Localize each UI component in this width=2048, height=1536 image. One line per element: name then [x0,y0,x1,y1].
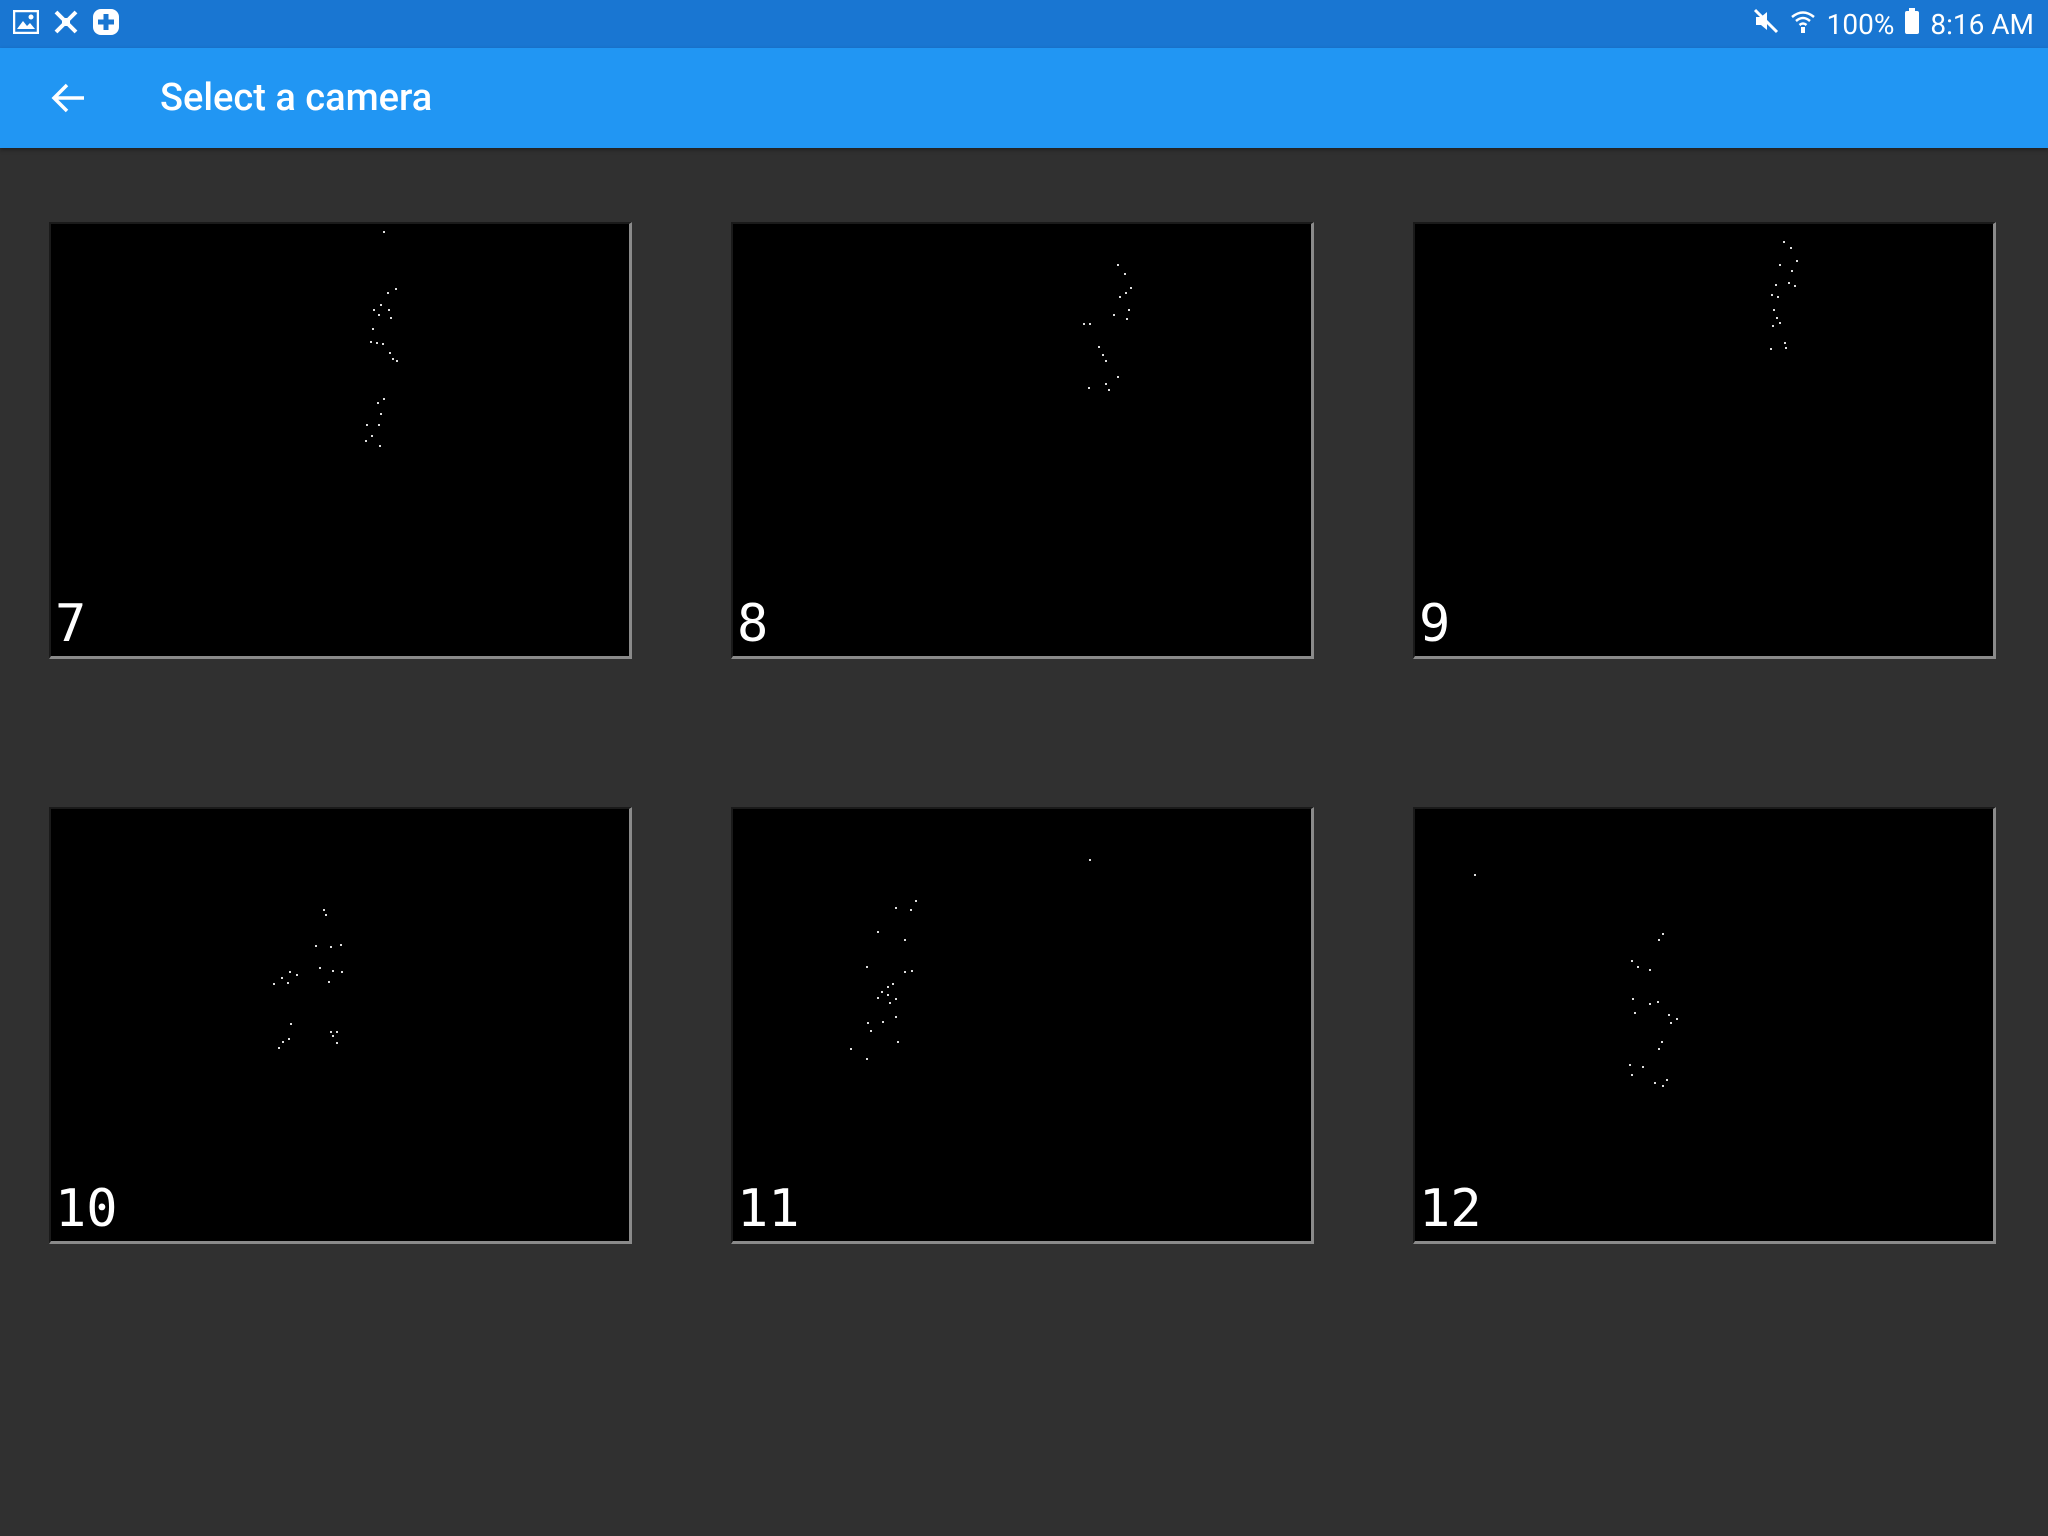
image-icon [12,8,40,36]
volume-mute-icon [1753,8,1779,41]
battery-percent: 100% [1826,7,1895,41]
status-bar: 100% 8:16 AM [0,0,2048,48]
system-status: 100% 8:16 AM [1753,0,2034,48]
medical-plus-icon [92,8,120,36]
camera-tile-12[interactable]: 12 [1413,807,1996,1244]
notification-icons [12,8,120,36]
camera-preview [273,909,343,1049]
camera-preview [1474,874,1678,1087]
arrow-left-icon [51,83,84,113]
camera-tile-10[interactable]: 10 [49,807,632,1244]
battery-full-icon [1904,7,1920,42]
camera-tile-7[interactable]: 7 [49,222,632,659]
camera-label: 9 [1419,594,1451,654]
camera-label: 10 [55,1179,118,1239]
app-bar: Select a camera [0,48,2048,148]
camera-label: 8 [737,594,769,654]
back-button[interactable] [40,72,96,124]
page-title: Select a camera [160,76,433,120]
camera-preview [850,859,1091,1060]
clock: 8:16 AM [1930,7,2034,41]
camera-label: 7 [55,594,87,654]
camera-tile-9[interactable]: 9 [1413,222,1996,659]
wifi-icon [1789,7,1817,42]
camera-label: 12 [1419,1179,1482,1239]
camera-label: 11 [737,1179,800,1239]
camera-tile-8[interactable]: 8 [731,222,1314,659]
camera-tile-11[interactable]: 11 [731,807,1314,1244]
camera-preview [365,231,398,447]
camera-preview [1083,264,1132,391]
camera-preview [1770,241,1798,350]
puzzle-x-icon [52,8,80,36]
